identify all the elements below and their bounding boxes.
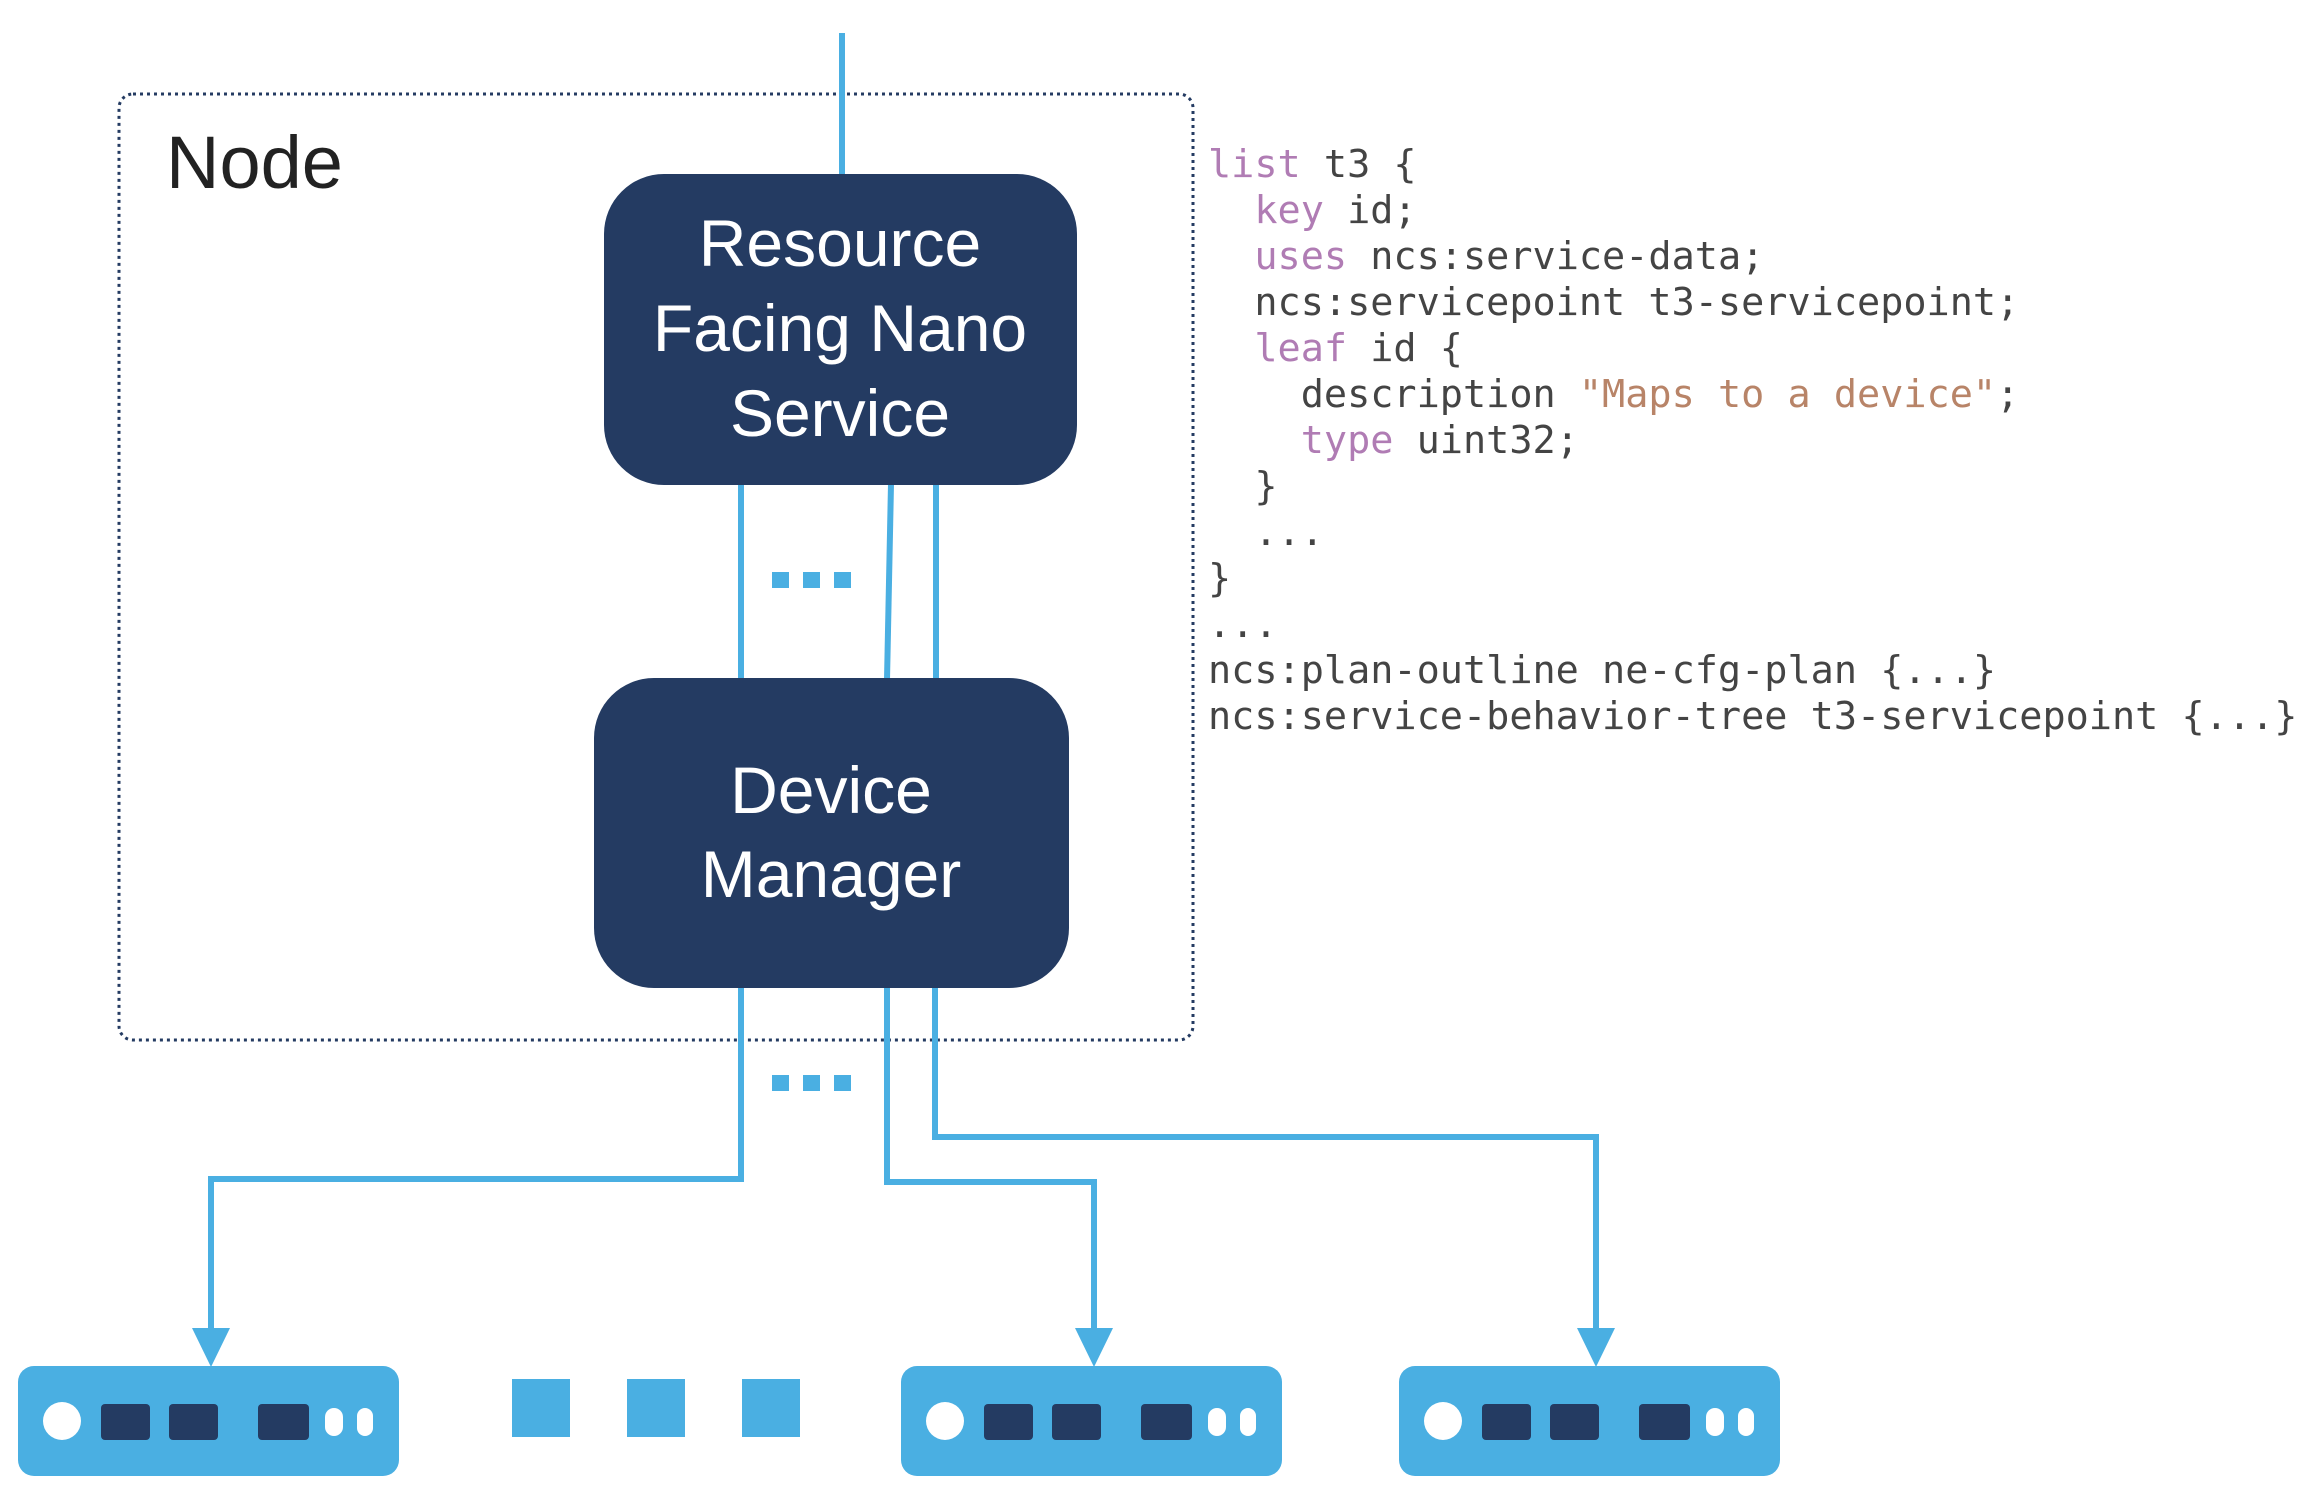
code-keyword: uses — [1254, 234, 1348, 279]
code-keyword: type — [1300, 418, 1394, 463]
dm-ellipsis — [772, 1075, 851, 1091]
code-line: ncs:plan-outline ne-cfg-plan {...} — [1208, 648, 2297, 694]
code-keyword: key — [1254, 188, 1324, 233]
ellipsis-square — [627, 1379, 685, 1437]
code-line: ncs:servicepoint t3-servicepoint; — [1208, 280, 2297, 326]
connector-to-device-3 — [932, 988, 1599, 1332]
code-text: ... — [1208, 510, 1324, 555]
device-manager-label-line2: Manager — [701, 837, 962, 911]
rfns-box[interactable]: Resource Facing Nano Service — [604, 174, 1077, 485]
code-text: ... — [1208, 602, 1278, 647]
code-line: ... — [1208, 510, 2297, 556]
device-indicator-icon — [1706, 1408, 1724, 1436]
code-line: } — [1208, 464, 2297, 510]
ellipsis-dot — [772, 572, 789, 588]
device-port-icon — [1482, 1404, 1531, 1440]
device-indicator-icon — [1738, 1408, 1754, 1436]
ellipsis-dot — [834, 572, 851, 588]
code-text: ncs:service-data; — [1347, 234, 1765, 279]
device-port-icon — [984, 1404, 1033, 1440]
rfns-label-line2: Facing Nano — [653, 291, 1027, 365]
code-keyword: list — [1208, 142, 1301, 187]
ellipsis-dot — [834, 1075, 851, 1091]
code-text: ncs:service-behavior-tree t3-servicepoin… — [1208, 694, 2298, 739]
code-line: list t3 { — [1208, 142, 2297, 188]
device-indicator-icon — [357, 1408, 373, 1436]
code-text: ncs:servicepoint t3-servicepoint; — [1208, 280, 2020, 325]
devices-ellipsis — [512, 1379, 800, 1437]
device-manager-box-shape — [594, 678, 1069, 988]
device-port-icon — [1550, 1404, 1599, 1440]
code-line: key id; — [1208, 188, 2297, 234]
ellipsis-square — [512, 1379, 570, 1437]
code-text: id { — [1347, 326, 1463, 371]
code-text: t3 { — [1300, 142, 1417, 187]
arrowhead-icon — [1075, 1328, 1113, 1367]
device-3[interactable] — [1399, 1366, 1780, 1476]
ellipsis-dot — [803, 572, 820, 588]
device-led-icon — [926, 1402, 964, 1440]
code-keyword: leaf — [1254, 326, 1348, 371]
device-port-icon — [1141, 1404, 1192, 1440]
arrowhead-icon — [192, 1328, 230, 1367]
rfns-label-line3: Service — [730, 376, 950, 450]
code-text: description — [1208, 372, 1579, 417]
device-port-icon — [1052, 1404, 1101, 1440]
device-led-icon — [43, 1402, 81, 1440]
device-port-icon — [258, 1404, 309, 1440]
device-led-icon — [1424, 1402, 1462, 1440]
code-line: type uint32; — [1208, 418, 2297, 464]
ellipsis-square — [742, 1379, 800, 1437]
device-port-icon — [1639, 1404, 1690, 1440]
code-text: uint32; — [1393, 418, 1579, 463]
device-port-icon — [169, 1404, 218, 1440]
device-manager-box[interactable]: Device Manager — [594, 678, 1069, 988]
device-1[interactable] — [18, 1366, 399, 1476]
code-text: id; — [1323, 188, 1417, 233]
arrowhead-icon — [1577, 1328, 1615, 1367]
arrowheads — [192, 1328, 1615, 1367]
node-label: Node — [166, 121, 343, 204]
code-text: ; — [1996, 372, 2020, 417]
code-text: } — [1208, 464, 1278, 509]
device-port-icon — [101, 1404, 150, 1440]
code-line: ncs:service-behavior-tree t3-servicepoin… — [1208, 694, 2297, 740]
device-indicator-icon — [1240, 1408, 1256, 1436]
code-string: "Maps to a device" — [1578, 372, 1997, 417]
yang-code-listing: list t3 { key id; uses ncs:service-data;… — [1208, 142, 2297, 740]
device-indicator-icon — [1208, 1408, 1226, 1436]
code-text: } — [1208, 556, 1232, 601]
code-line: uses ncs:service-data; — [1208, 234, 2297, 280]
code-line: description "Maps to a device"; — [1208, 372, 2297, 418]
ellipsis-dot — [803, 1075, 820, 1091]
code-line: ... — [1208, 602, 2297, 648]
connector-line — [884, 483, 894, 681]
rfns-dm-connectors — [738, 483, 939, 681]
code-text: ncs:plan-outline ne-cfg-plan {...} — [1208, 648, 1997, 693]
device-2[interactable] — [901, 1366, 1282, 1476]
rfns-label-line1: Resource — [699, 206, 981, 280]
device-indicator-icon — [325, 1408, 343, 1436]
ellipsis-dot — [772, 1075, 789, 1091]
device-manager-label-line1: Device — [730, 753, 932, 827]
code-line: } — [1208, 556, 2297, 602]
code-line: leaf id { — [1208, 326, 2297, 372]
